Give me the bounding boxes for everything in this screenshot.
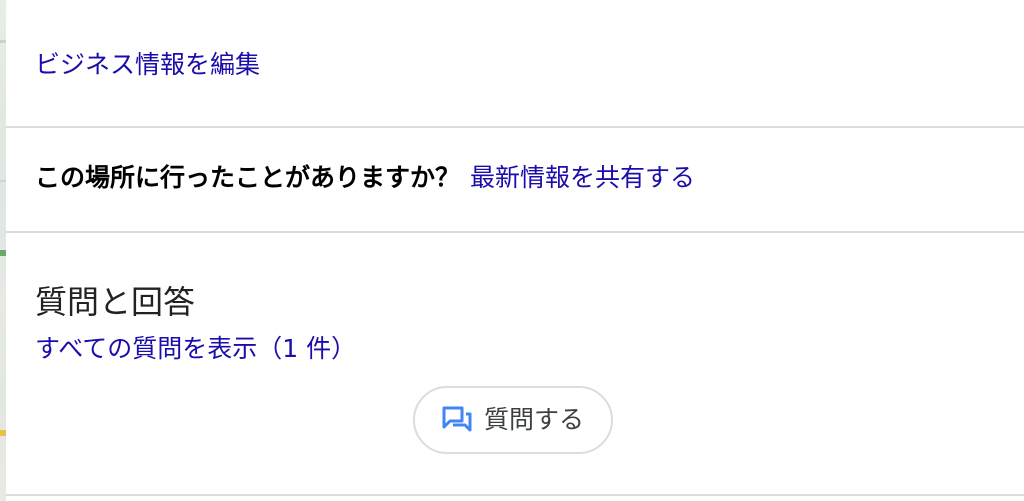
visit-question-text: この場所に行ったことがありますか？ (35, 163, 461, 192)
section-divider (6, 494, 1024, 496)
ask-question-button[interactable]: 質問する (413, 386, 613, 454)
visit-prompt-row: この場所に行ったことがありますか？ 最新情報を共有する (35, 162, 695, 194)
knowledge-panel-page: ビジネス情報を編集 この場所に行ったことがありますか？ 最新情報を共有する 質問と… (0, 0, 1024, 501)
section-divider (6, 126, 1024, 128)
forum-icon (442, 406, 472, 434)
section-divider (6, 231, 1024, 233)
qa-section-title: 質問と回答 (35, 283, 196, 321)
view-all-questions-link[interactable]: すべての質問を表示（1 件） (35, 333, 356, 365)
edit-business-info-link[interactable]: ビジネス情報を編集 (35, 49, 260, 81)
business-info-panel: ビジネス情報を編集 この場所に行ったことがありますか？ 最新情報を共有する 質問と… (6, 0, 1024, 501)
share-update-link[interactable]: 最新情報を共有する (470, 163, 695, 192)
ask-question-label: 質問する (483, 405, 584, 434)
